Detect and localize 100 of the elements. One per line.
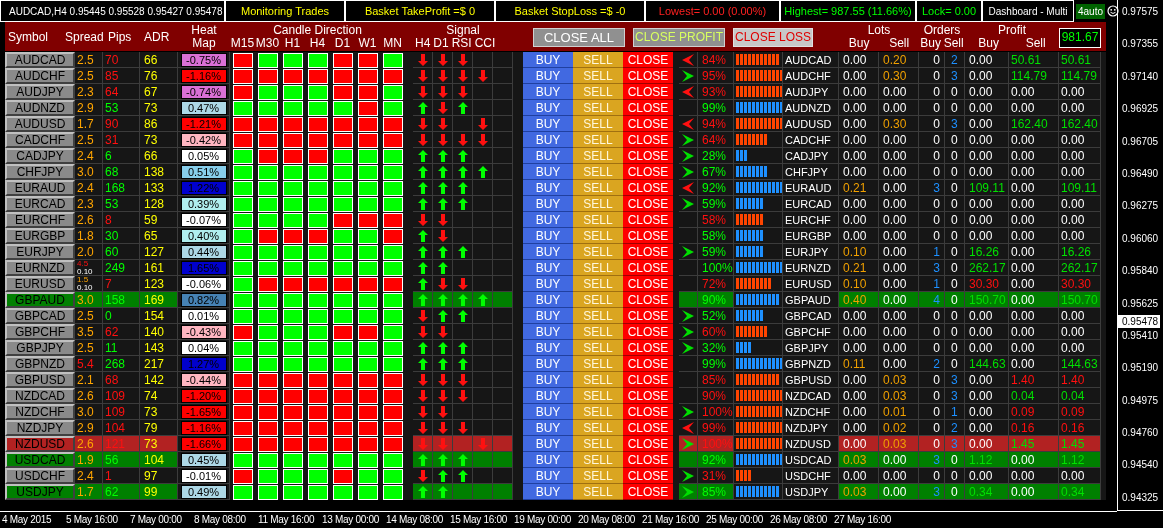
symbol-button[interactable]: GBPCHF	[5, 324, 75, 340]
sell-button[interactable]: SELL	[573, 180, 623, 196]
close-button[interactable]: CLOSE	[623, 228, 673, 244]
symbol-button[interactable]: AUDJPY	[5, 84, 75, 100]
sell-button[interactable]: SELL	[573, 116, 623, 132]
sell-button[interactable]: SELL	[573, 340, 623, 356]
buy-button[interactable]: BUY	[523, 68, 573, 84]
sell-button[interactable]: SELL	[573, 228, 623, 244]
sell-button[interactable]: SELL	[573, 356, 623, 372]
close-button[interactable]: CLOSE	[623, 292, 673, 308]
symbol-button[interactable]: GBPUSD	[5, 372, 75, 388]
buy-button[interactable]: BUY	[523, 276, 573, 292]
symbol-button[interactable]: USDJPY	[5, 484, 75, 500]
symbol-button[interactable]: EURCHF	[5, 212, 75, 228]
close-loss-button[interactable]: CLOSE LOSS	[733, 28, 813, 47]
sell-button[interactable]: SELL	[573, 148, 623, 164]
sell-button[interactable]: SELL	[573, 388, 623, 404]
close-button[interactable]: CLOSE	[623, 276, 673, 292]
symbol-button[interactable]: EURUSD	[5, 276, 75, 292]
buy-button[interactable]: BUY	[523, 180, 573, 196]
buy-button[interactable]: BUY	[523, 244, 573, 260]
buy-button[interactable]: BUY	[523, 452, 573, 468]
buy-button[interactable]: BUY	[523, 116, 573, 132]
close-button[interactable]: CLOSE	[623, 388, 673, 404]
buy-button[interactable]: BUY	[523, 340, 573, 356]
buy-button[interactable]: BUY	[523, 148, 573, 164]
close-button[interactable]: CLOSE	[623, 452, 673, 468]
sell-button[interactable]: SELL	[573, 100, 623, 116]
close-button[interactable]: CLOSE	[623, 100, 673, 116]
close-button[interactable]: CLOSE	[623, 132, 673, 148]
symbol-button[interactable]: CADCHF	[5, 132, 75, 148]
symbol-button[interactable]: USDCHF	[5, 468, 75, 484]
sell-button[interactable]: SELL	[573, 164, 623, 180]
symbol-button[interactable]: NZDCHF	[5, 404, 75, 420]
close-button[interactable]: CLOSE	[623, 340, 673, 356]
close-button[interactable]: CLOSE	[623, 404, 673, 420]
close-button[interactable]: CLOSE	[623, 116, 673, 132]
close-button[interactable]: CLOSE	[623, 484, 673, 500]
sell-button[interactable]: SELL	[573, 468, 623, 484]
close-button[interactable]: CLOSE	[623, 308, 673, 324]
symbol-button[interactable]: EURGBP	[5, 228, 75, 244]
sell-button[interactable]: SELL	[573, 324, 623, 340]
close-button[interactable]: CLOSE	[623, 164, 673, 180]
symbol-button[interactable]: NZDUSD	[5, 436, 75, 452]
symbol-button[interactable]: GBPCAD	[5, 308, 75, 324]
close-profit-button[interactable]: CLOSE PROFIT	[633, 28, 725, 47]
symbol-button[interactable]: AUDCHF	[5, 68, 75, 84]
buy-button[interactable]: BUY	[523, 164, 573, 180]
buy-button[interactable]: BUY	[523, 308, 573, 324]
symbol-button[interactable]: GBPJPY	[5, 340, 75, 356]
sell-button[interactable]: SELL	[573, 372, 623, 388]
close-all-button[interactable]: CLOSE ALL	[533, 28, 625, 47]
buy-button[interactable]: BUY	[523, 372, 573, 388]
buy-button[interactable]: BUY	[523, 436, 573, 452]
close-button[interactable]: CLOSE	[623, 52, 673, 68]
buy-button[interactable]: BUY	[523, 292, 573, 308]
symbol-button[interactable]: GBPNZD	[5, 356, 75, 372]
symbol-button[interactable]: AUDNZD	[5, 100, 75, 116]
sell-button[interactable]: SELL	[573, 196, 623, 212]
buy-button[interactable]: BUY	[523, 420, 573, 436]
close-button[interactable]: CLOSE	[623, 244, 673, 260]
symbol-button[interactable]: NZDJPY	[5, 420, 75, 436]
sell-button[interactable]: SELL	[573, 212, 623, 228]
sell-button[interactable]: SELL	[573, 276, 623, 292]
symbol-button[interactable]: GBPAUD	[5, 292, 75, 308]
buy-button[interactable]: BUY	[523, 468, 573, 484]
symbol-button[interactable]: CADJPY	[5, 148, 75, 164]
buy-button[interactable]: BUY	[523, 100, 573, 116]
buy-button[interactable]: BUY	[523, 484, 573, 500]
close-button[interactable]: CLOSE	[623, 260, 673, 276]
buy-button[interactable]: BUY	[523, 260, 573, 276]
sell-button[interactable]: SELL	[573, 484, 623, 500]
symbol-button[interactable]: EURNZD	[5, 260, 75, 276]
sell-button[interactable]: SELL	[573, 452, 623, 468]
symbol-button[interactable]: AUDUSD	[5, 116, 75, 132]
sell-button[interactable]: SELL	[573, 244, 623, 260]
close-button[interactable]: CLOSE	[623, 212, 673, 228]
sell-button[interactable]: SELL	[573, 52, 623, 68]
close-button[interactable]: CLOSE	[623, 84, 673, 100]
buy-button[interactable]: BUY	[523, 52, 573, 68]
symbol-button[interactable]: USDCAD	[5, 452, 75, 468]
buy-button[interactable]: BUY	[523, 132, 573, 148]
close-button[interactable]: CLOSE	[623, 196, 673, 212]
sell-button[interactable]: SELL	[573, 436, 623, 452]
buy-button[interactable]: BUY	[523, 388, 573, 404]
buy-button[interactable]: BUY	[523, 356, 573, 372]
symbol-button[interactable]: EURJPY	[5, 244, 75, 260]
buy-button[interactable]: BUY	[523, 228, 573, 244]
symbol-button[interactable]: AUDCAD	[5, 52, 75, 68]
close-button[interactable]: CLOSE	[623, 468, 673, 484]
sell-button[interactable]: SELL	[573, 420, 623, 436]
close-button[interactable]: CLOSE	[623, 356, 673, 372]
close-button[interactable]: CLOSE	[623, 68, 673, 84]
close-button[interactable]: CLOSE	[623, 372, 673, 388]
symbol-button[interactable]: CHFJPY	[5, 164, 75, 180]
sell-button[interactable]: SELL	[573, 68, 623, 84]
symbol-button[interactable]: EURCAD	[5, 196, 75, 212]
close-button[interactable]: CLOSE	[623, 436, 673, 452]
sell-button[interactable]: SELL	[573, 84, 623, 100]
buy-button[interactable]: BUY	[523, 84, 573, 100]
